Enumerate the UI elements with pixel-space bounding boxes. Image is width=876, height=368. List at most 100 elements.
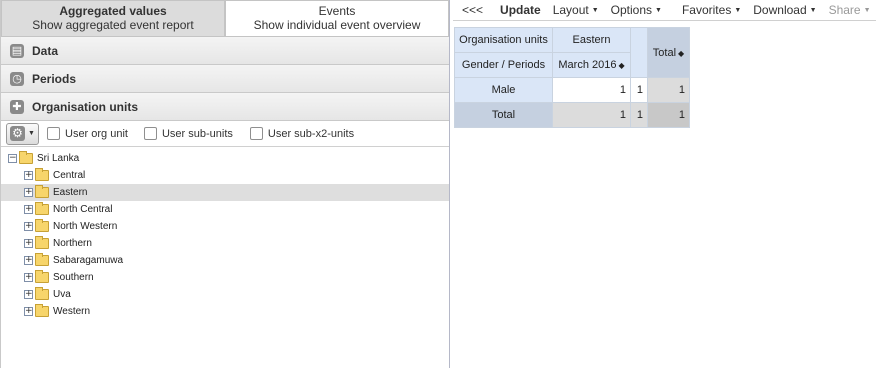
checkbox-box[interactable]	[249, 127, 263, 140]
download-menu-button[interactable]: Download ▼	[747, 3, 822, 17]
row-total-cell[interactable]: 1	[647, 77, 690, 103]
folder-icon	[35, 270, 49, 283]
user-org-unit-checkbox[interactable]: User org unit	[47, 127, 128, 140]
org-unit-settings-button[interactable]: ⚙ ▼	[6, 122, 39, 145]
aggregated-values-button[interactable]: Aggregated values Show aggregated event …	[1, 0, 225, 36]
folder-icon	[35, 236, 49, 249]
tree-node[interactable]: + Northern	[1, 235, 449, 252]
tree-node-label: Southern	[53, 272, 94, 283]
row-header-total: Total	[454, 102, 553, 128]
pivot-table: Organisation units Eastern Total ◆ Gender…	[454, 27, 690, 128]
folder-open-icon	[19, 151, 33, 164]
tree-node[interactable]: + Western	[1, 303, 449, 320]
grand-total-cell[interactable]: 1	[647, 102, 690, 128]
gear-icon: ⚙	[10, 126, 25, 141]
left-panel: Aggregated values Show aggregated event …	[0, 0, 450, 368]
column-total-cell[interactable]: 1	[552, 102, 631, 128]
expand-icon[interactable]: +	[24, 307, 33, 316]
accordion-periods[interactable]: ◷ Periods	[1, 65, 449, 93]
user-org-unit-label: User org unit	[65, 127, 128, 140]
chevron-down-icon: ▼	[655, 7, 662, 15]
data-icon: ▤	[10, 43, 24, 58]
tree-node-label: Uva	[53, 289, 71, 300]
user-sub-units-label: User sub-units	[161, 127, 233, 140]
expand-icon[interactable]: +	[24, 290, 33, 299]
collapse-icon[interactable]: −	[8, 154, 17, 163]
tree-node[interactable]: + North Central	[1, 201, 449, 218]
share-label: Share	[828, 3, 861, 17]
tree-node[interactable]: + North Western	[1, 218, 449, 235]
sort-icon: ◆	[618, 61, 625, 70]
tree-node[interactable]: + Sabaragamuwa	[1, 252, 449, 269]
folder-icon	[35, 253, 49, 266]
user-sub-units-checkbox[interactable]: User sub-units	[143, 127, 233, 140]
user-sub-x2-units-checkbox[interactable]: User sub-x2-units	[249, 127, 355, 140]
folder-icon	[35, 185, 49, 198]
download-label: Download	[753, 3, 807, 17]
folder-icon	[35, 219, 49, 232]
options-label: Options	[610, 3, 653, 17]
tree-node-label: Northern	[53, 238, 92, 249]
folder-icon	[35, 168, 49, 181]
org-unit-toolbar: ⚙ ▼ User org unit User sub-units User su…	[1, 121, 449, 147]
events-button[interactable]: Events Show individual event overview	[225, 0, 449, 36]
sort-icon: ◆	[678, 48, 685, 58]
expand-icon[interactable]: +	[24, 239, 33, 248]
event-reports-app: Aggregated values Show aggregated event …	[0, 0, 876, 368]
events-subtitle: Show individual event overview	[253, 18, 421, 32]
expand-icon[interactable]: +	[24, 273, 33, 282]
favorites-menu-button[interactable]: Favorites ▼	[676, 3, 747, 17]
row-header-male: Male	[454, 77, 553, 103]
column-header-org-unit[interactable]: Eastern	[552, 27, 631, 53]
tree-node[interactable]: + Uva	[1, 286, 449, 303]
share-menu-button[interactable]: Share ▼	[823, 3, 876, 17]
folder-icon	[35, 202, 49, 215]
expand-icon[interactable]: +	[24, 256, 33, 265]
folder-icon	[35, 304, 49, 317]
expand-icon[interactable]: +	[24, 222, 33, 231]
update-button[interactable]: Update	[494, 3, 547, 17]
tree-node[interactable]: + Central	[1, 167, 449, 184]
chevron-down-icon: ▼	[863, 7, 871, 15]
period-label: March 2016	[558, 59, 617, 71]
tree-node-label: Eastern	[53, 187, 88, 198]
value-cell[interactable]: 1	[630, 77, 648, 103]
tree-node-root[interactable]: − Sri Lanka	[1, 150, 449, 167]
column-header-period[interactable]: March 2016 ◆	[552, 52, 631, 78]
value-cell[interactable]: 1	[552, 77, 631, 103]
tree-node-label: North Central	[53, 204, 113, 215]
accordion-org-units[interactable]: ✚ Organisation units	[1, 93, 449, 121]
expand-icon[interactable]: +	[24, 171, 33, 180]
user-sub-x2-units-label: User sub-x2-units	[267, 127, 355, 140]
column-total-cell[interactable]: 1	[630, 102, 648, 128]
clock-icon: ◷	[10, 71, 24, 86]
main-toolbar: <<< Update Layout ▼ Options ▼ Favorites ▼ D…	[453, 0, 876, 21]
options-menu-button[interactable]: Options ▼	[605, 3, 668, 17]
expand-icon[interactable]: +	[24, 188, 33, 197]
layout-label: Layout	[552, 3, 589, 17]
collapse-panel-button[interactable]: <<<	[453, 3, 494, 17]
column-header-total[interactable]: Total ◆	[647, 27, 690, 78]
chevron-down-icon: ▼	[734, 7, 742, 15]
layout-menu-button[interactable]: Layout ▼	[547, 3, 605, 17]
aggregated-values-subtitle: Show aggregated event report	[32, 18, 194, 32]
tree-node[interactable]: + Eastern	[1, 184, 449, 201]
dimension-header-gender-periods: Gender / Periods	[454, 52, 553, 78]
expand-icon[interactable]: +	[24, 205, 33, 214]
tree-node-label: Sabaragamuwa	[53, 255, 124, 266]
accordion-org-units-label: Organisation units	[32, 99, 139, 114]
plus-icon: ✚	[10, 99, 24, 114]
accordion-data[interactable]: ▤ Data	[1, 37, 449, 65]
checkbox-box[interactable]	[143, 127, 157, 140]
accordion-data-label: Data	[32, 43, 59, 58]
total-header-label: Total	[652, 46, 677, 59]
chevron-down-icon: ▼	[809, 7, 817, 15]
checkbox-box[interactable]	[47, 127, 60, 140]
events-title: Events	[318, 4, 356, 18]
accordion-periods-label: Periods	[32, 71, 77, 86]
column-header-spacer	[630, 27, 648, 78]
right-panel: <<< Update Layout ▼ Options ▼ Favorites ▼ D…	[453, 0, 876, 368]
chevron-down-icon: ▼	[28, 130, 35, 137]
folder-icon	[35, 287, 49, 300]
tree-node[interactable]: + Southern	[1, 269, 449, 286]
